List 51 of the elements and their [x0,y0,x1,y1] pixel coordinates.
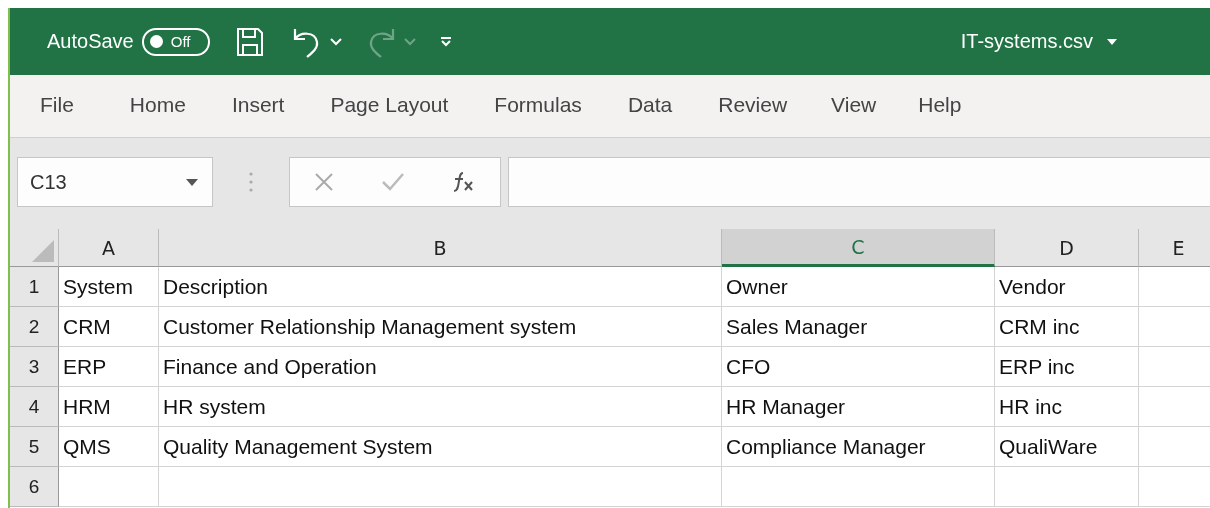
table-cell: ERP inc [995,347,1139,387]
column-header[interactable]: B [159,229,722,267]
table-cell: CRM [59,307,159,347]
row-header[interactable]: 3 [10,347,59,387]
table-cell: Finance and Operation [159,347,722,387]
file-name[interactable]: IT-systems.csv [960,30,1093,53]
row-header[interactable]: 4 [10,387,59,427]
ribbon-tab[interactable]: Formulas [492,92,606,120]
name-box[interactable]: C13 [17,157,213,207]
table-cell: QMS [59,427,159,467]
caret-icon[interactable] [186,178,198,186]
column-header[interactable]: A [59,229,159,267]
ribbon-tab[interactable]: Home [127,92,210,120]
table-cell: System [59,267,159,307]
ribbon-tab[interactable]: View [829,92,901,120]
ribbon-tab[interactable]: Review [716,92,812,120]
table-cell: Owner [722,267,995,307]
table-cell: CFO [722,347,995,387]
row-header[interactable]: 1 [10,267,59,307]
table-cell: HR inc [995,387,1139,427]
autosave-toggle[interactable]: Off [141,27,210,56]
table-cell: QualiWare [995,427,1139,467]
autosave-label: AutoSave [47,30,134,53]
row-header[interactable]: 2 [10,307,59,347]
table-cell: Customer Relationship Management system [159,307,722,347]
table-cell: ERP [59,347,159,387]
customize-toolbar-icon[interactable] [439,35,452,48]
ribbon-tab[interactable]: Insert [229,92,309,120]
caret-icon[interactable] [1107,38,1117,45]
table-cell: HR system [159,387,722,427]
column-header[interactable]: E [1139,229,1210,267]
save-icon[interactable] [235,26,264,57]
ribbon-tab[interactable]: Data [625,92,697,120]
column-header[interactable]: C [722,229,995,267]
table-cell: HR Manager [722,387,995,427]
table-cell: Description [159,267,722,307]
check-icon[interactable] [381,172,405,192]
table-cell: Sales Manager [722,307,995,347]
table-cell: Compliance Manager [722,427,995,467]
ribbon-tab[interactable]: Page Layout [328,92,473,120]
row-header[interactable]: 6 [10,467,59,507]
column-header[interactable]: D [995,229,1139,267]
undo-caret-icon[interactable] [329,37,342,46]
row-header[interactable]: 5 [10,427,59,467]
ribbon-tab[interactable]: Help [916,92,986,120]
formula-field[interactable] [508,157,1210,207]
ribbon-tab[interactable]: File [38,92,98,120]
table-cell: HRM [59,387,159,427]
table-cell: Quality Management System [159,427,722,467]
table-cell: Vendor [995,267,1139,307]
table-cell: CRM inc [995,307,1139,347]
